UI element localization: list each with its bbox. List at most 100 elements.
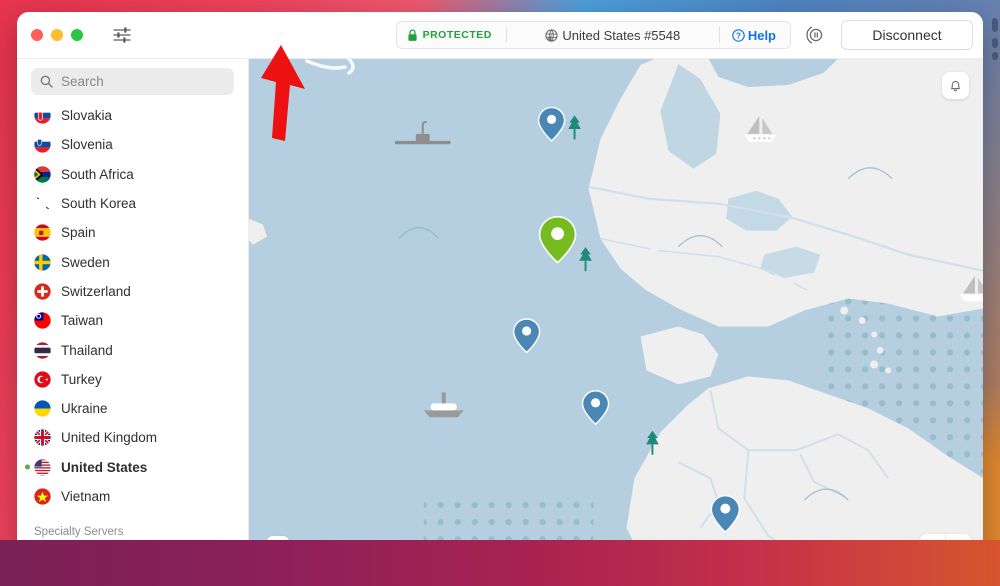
server-pin-west <box>512 318 541 354</box>
country-list[interactable]: Slovakia Slovenia South Africa South Korea S… <box>17 100 248 514</box>
flag-icon-vn <box>34 488 51 505</box>
ship-icon <box>423 392 464 418</box>
flag-icon-si <box>34 136 51 154</box>
specialty-label: P2P <box>62 549 88 564</box>
sliders-icon[interactable] <box>111 24 133 46</box>
flag-icon-th <box>34 341 51 359</box>
svg-text:?: ? <box>736 31 741 40</box>
submarine-icon <box>394 120 451 145</box>
search-input[interactable] <box>61 74 225 89</box>
country-label: United Kingdom <box>61 430 158 446</box>
country-label: Slovakia <box>61 108 113 124</box>
window-controls <box>31 29 83 41</box>
country-label: Slovenia <box>61 137 113 153</box>
app-window: PROTECTED United States #5548 ? Help Dis… <box>17 12 983 570</box>
current-server[interactable]: United States #5548 <box>507 28 719 43</box>
server-name-label: United States #5548 <box>562 27 681 43</box>
country-row-south-africa[interactable]: South Africa <box>17 160 248 189</box>
bell-icon <box>948 78 963 93</box>
disconnect-button[interactable]: Disconnect <box>841 20 973 50</box>
close-window-button[interactable] <box>31 29 43 41</box>
help-label: Help <box>747 27 776 43</box>
flag-icon-us <box>34 459 51 476</box>
connection-status-pill: PROTECTED United States #5548 ? Help <box>395 21 791 49</box>
country-row-vietnam[interactable]: Vietnam <box>17 482 248 511</box>
minimize-window-button[interactable] <box>51 29 63 41</box>
search-container <box>17 59 248 100</box>
flag-icon-tw <box>34 312 51 329</box>
country-row-sweden[interactable]: Sweden <box>17 247 248 276</box>
server-pin-south <box>710 495 741 534</box>
flag-icon-es <box>34 224 51 241</box>
desktop-scrollbar[interactable] <box>990 0 1000 586</box>
desktop-background: PROTECTED United States #5548 ? Help Dis… <box>0 0 1000 586</box>
scrollbar-thumb-low <box>992 52 998 60</box>
pause-shield-icon[interactable] <box>803 24 825 46</box>
country-label: Turkey <box>61 371 102 387</box>
country-label: South Korea <box>61 196 137 212</box>
search-box[interactable] <box>31 68 234 95</box>
server-pin-active-us <box>538 215 577 264</box>
zoom-in-button[interactable]: + <box>946 534 971 560</box>
map-overlay <box>394 106 983 534</box>
country-label: South Africa <box>61 166 134 182</box>
country-label: Thailand <box>61 342 113 358</box>
country-label: Switzerland <box>61 283 131 299</box>
flag-icon-za <box>34 166 51 183</box>
flag-icon-sk <box>34 107 51 124</box>
country-row-united-kingdom[interactable]: United Kingdom <box>17 423 248 452</box>
flag-icon-tr <box>34 371 51 388</box>
map-canvas[interactable]: ? − + <box>248 58 983 570</box>
country-label: Ukraine <box>61 401 108 417</box>
tree-icon <box>579 247 592 272</box>
lock-icon <box>407 28 418 42</box>
help-link[interactable]: ? Help <box>720 28 790 43</box>
flag-icon-se <box>34 253 51 271</box>
specialty-row-p2p[interactable]: P2P <box>17 543 248 570</box>
country-label: Vietnam <box>61 489 111 504</box>
notifications-button[interactable] <box>942 72 969 99</box>
map-zoom-controls[interactable]: − + <box>920 534 971 560</box>
zoom-out-button[interactable]: − <box>920 534 945 560</box>
window-body: Slovakia Slovenia South Africa South Korea S… <box>17 58 983 570</box>
country-label: Sweden <box>61 254 110 270</box>
search-icon <box>40 75 53 88</box>
connected-indicator-dot <box>25 464 30 470</box>
flag-icon-gb <box>34 429 51 447</box>
protected-status[interactable]: PROTECTED <box>407 28 506 42</box>
protected-label: PROTECTED <box>422 29 492 41</box>
p2p-icon <box>34 548 52 566</box>
flag-icon-ua <box>34 400 51 417</box>
country-row-thailand[interactable]: Thailand <box>17 335 248 364</box>
country-row-united-states[interactable]: United States <box>17 453 248 482</box>
maximize-window-button[interactable] <box>71 29 83 41</box>
scrollbar-thumb-top <box>992 18 998 32</box>
tree-icon <box>646 430 659 455</box>
country-row-slovakia[interactable]: Slovakia <box>17 101 248 130</box>
country-row-slovenia[interactable]: Slovenia <box>17 130 248 159</box>
country-label: Taiwan <box>61 313 104 329</box>
question-circle-icon: ? <box>732 28 745 42</box>
server-pin-north <box>537 106 566 142</box>
globe-icon <box>545 28 559 42</box>
scrollbar-thumb-mid <box>992 38 998 48</box>
title-bar: PROTECTED United States #5548 ? Help Dis… <box>17 12 983 58</box>
country-label: United States <box>61 459 148 475</box>
server-pin-caribbean <box>581 390 610 426</box>
country-row-spain[interactable]: Spain <box>17 218 248 247</box>
country-row-switzerland[interactable]: Switzerland <box>17 277 248 306</box>
specialty-servers-heading: Specialty Servers <box>34 526 124 538</box>
country-label: Spain <box>61 225 96 241</box>
country-row-turkey[interactable]: Turkey <box>17 365 248 394</box>
country-row-taiwan[interactable]: Taiwan <box>17 306 248 335</box>
country-row-south-korea[interactable]: South Korea <box>17 189 248 218</box>
map-help-button[interactable]: ? <box>267 536 289 558</box>
specialty-servers-list[interactable]: P2P <box>17 543 248 570</box>
flag-icon-ch <box>34 283 51 300</box>
flag-icon-kr <box>34 195 51 212</box>
tree-icon <box>568 115 581 140</box>
country-row-ukraine[interactable]: Ukraine <box>17 394 248 423</box>
sailboat-icon <box>960 275 983 302</box>
sailboat-icon <box>744 115 777 142</box>
sidebar: Slovakia Slovenia South Africa South Korea S… <box>17 58 248 570</box>
